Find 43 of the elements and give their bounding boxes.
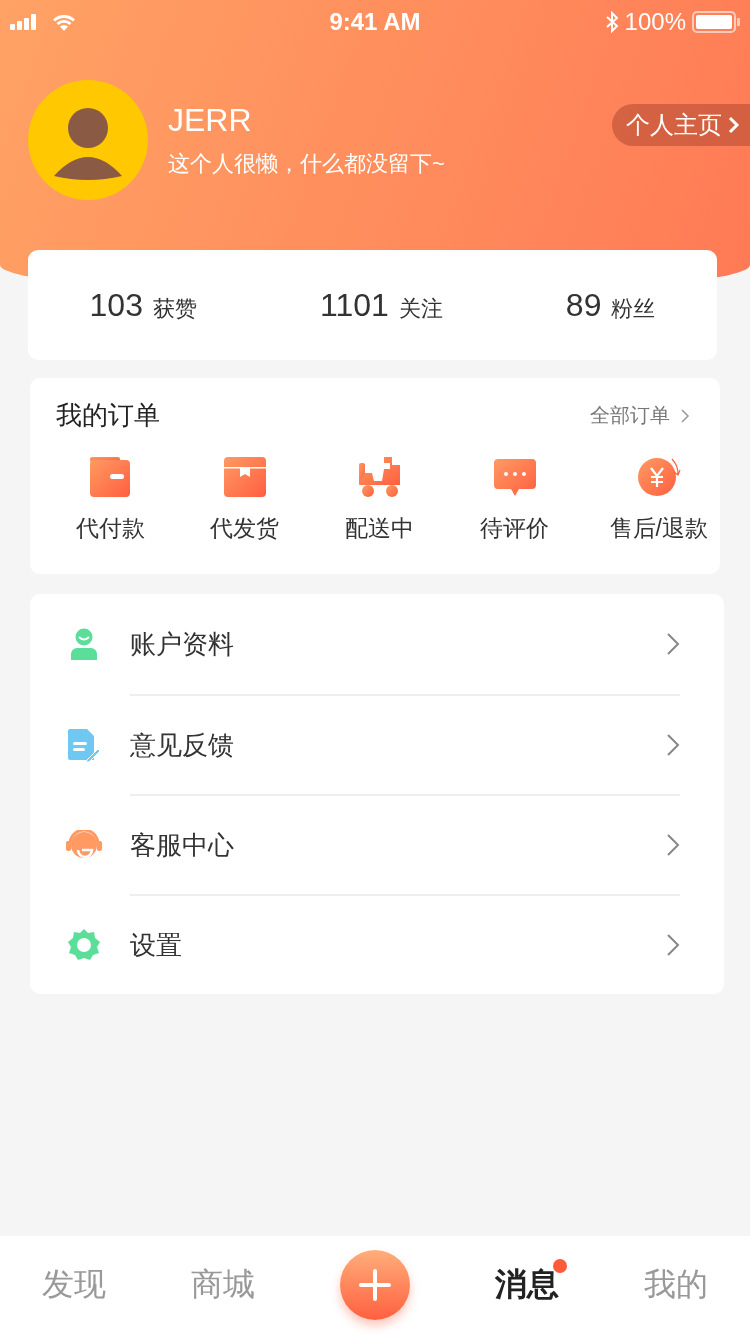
battery-icon [692,11,740,33]
menu-item[interactable]: 账户资料 [130,594,680,694]
stat-value: 103 [89,286,143,324]
settings-icon [67,928,101,962]
status-time: 9:41 AM [329,8,421,36]
order-status-button[interactable]: 配送中 [339,455,420,544]
order-status-button[interactable]: 售后/退款 [609,455,708,544]
headset-icon [66,830,102,860]
stat-value: 89 [565,286,602,324]
wifi-icon [52,13,76,31]
user-bio: 这个人很懒，什么都没留下~ [168,149,446,178]
stat-value: 1101 [320,286,389,324]
chevron-right-icon [666,632,680,656]
battery-percent: 100% [624,8,686,36]
section-title: 我的订单 [56,399,160,432]
chevron-right-icon [666,933,680,957]
menu-item[interactable]: 设置 [130,894,680,994]
document-edit-icon [67,728,101,762]
bluetooth-icon [604,11,619,33]
box-icon [222,455,267,499]
add-button[interactable] [340,1250,410,1320]
all-orders-link[interactable]: 全部订单 [590,402,690,429]
stat-label: 获赞 [152,294,197,323]
tab[interactable]: 消息 [494,1263,559,1307]
order-status-button[interactable]: 待评价 [474,455,555,544]
menu-item[interactable]: 意见反馈 [130,694,680,794]
chevron-right-icon [680,407,690,424]
menu-item[interactable]: 客服中心 [130,794,680,894]
homepage-button[interactable]: 个人主页 [612,104,750,146]
chevron-right-icon [666,833,680,857]
chevron-right-icon [728,116,740,134]
order-status-button[interactable]: 代付款 [70,455,150,544]
stat-label: 关注 [398,294,443,323]
order-status-button[interactable]: 代发货 [204,455,285,544]
chevron-right-icon [666,733,680,757]
avatar[interactable] [28,80,148,200]
person-icon [70,628,98,660]
scooter-icon [357,455,402,499]
user-name: JERR [168,101,253,139]
stat-label: 粉丝 [611,294,656,323]
plus-icon [359,1269,391,1301]
yen-coin-icon [636,455,681,499]
wallet-icon [88,455,132,499]
